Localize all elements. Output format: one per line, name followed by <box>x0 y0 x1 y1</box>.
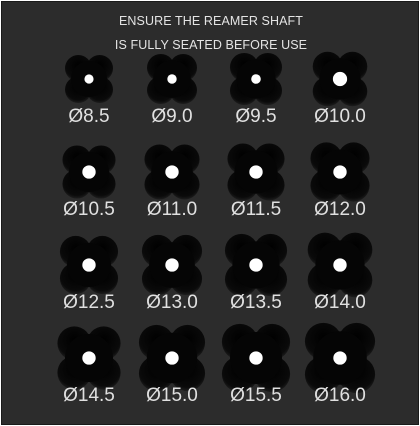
socket-size-label: Ø10.5 <box>63 199 115 220</box>
socket-size-label: Ø12.5 <box>63 292 115 313</box>
reamer-tray-panel: ENSURE THE REAMER SHAFT IS FULLY SEATED … <box>1 1 419 425</box>
shaft-hole <box>82 258 96 272</box>
warning-text-line-1: ENSURE THE REAMER SHAFT <box>118 14 304 28</box>
socket-size-label: Ø13.5 <box>230 292 282 313</box>
socket-size-label: Ø11.0 <box>146 199 198 220</box>
socket-size-label: Ø9.0 <box>151 106 193 127</box>
socket-size-label: Ø15.0 <box>146 385 198 406</box>
socket-size-label: Ø12.0 <box>314 199 366 220</box>
shaft-hole <box>165 258 179 272</box>
shaft-hole <box>167 74 177 84</box>
shaft-hole <box>332 71 348 87</box>
shaft-hole <box>333 351 347 365</box>
socket-size-label: Ø13.0 <box>146 292 198 313</box>
socket-size-label: Ø11.5 <box>230 199 282 220</box>
socket-size-label: Ø9.5 <box>235 106 277 127</box>
shaft-hole <box>251 74 261 84</box>
socket-size-label: Ø16.0 <box>314 385 366 406</box>
shaft-hole <box>84 74 94 84</box>
shaft-hole <box>165 165 179 179</box>
shaft-hole <box>333 258 347 272</box>
socket-size-label: Ø14.5 <box>63 385 115 406</box>
shaft-hole <box>82 351 96 365</box>
shaft-hole <box>333 165 347 179</box>
socket-size-label: Ø10.0 <box>314 106 366 127</box>
socket-size-label: Ø14.0 <box>314 292 366 313</box>
shaft-hole <box>165 351 179 365</box>
socket-size-label: Ø15.5 <box>230 385 282 406</box>
shaft-hole <box>249 351 263 365</box>
shaft-hole <box>249 258 263 272</box>
socket-size-label: Ø8.5 <box>68 106 110 127</box>
shaft-hole <box>249 165 263 179</box>
shaft-hole <box>82 165 96 179</box>
